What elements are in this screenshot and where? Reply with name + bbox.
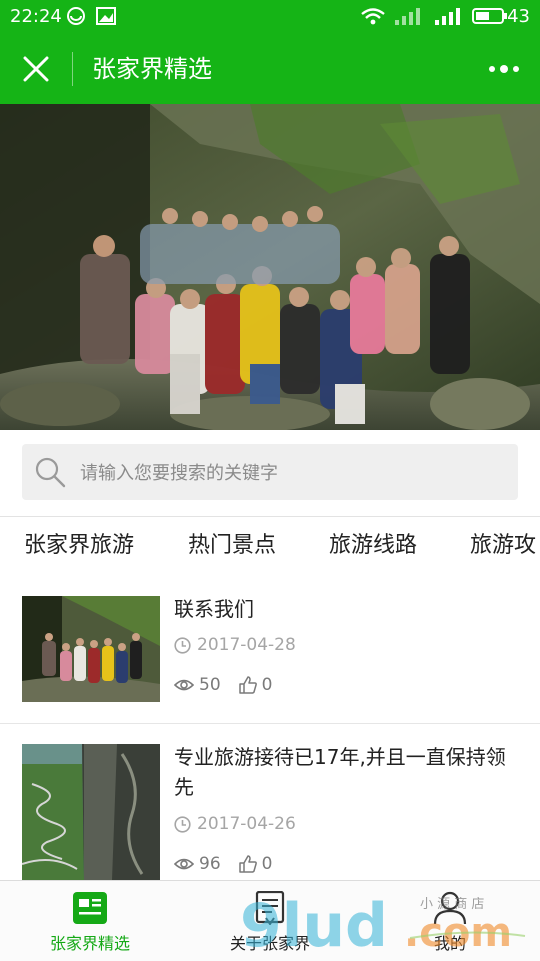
more-dots-icon (489, 65, 519, 73)
article-date: 2017-04-28 (174, 635, 296, 655)
title-divider (72, 52, 73, 86)
article-title: 专业旅游接待已17年,并且一直保持领先 (174, 745, 506, 799)
signal-icon (395, 8, 420, 25)
user-icon (433, 891, 467, 925)
tab-hot-spots[interactable]: 热门景点 (188, 517, 276, 575)
group-photo-thumbnail (22, 596, 160, 702)
battery-level: 43 (507, 6, 530, 27)
category-tabs: 张家界旅游 热门景点 旅游线路 旅游攻 (0, 516, 540, 576)
mountain-road-thumbnail (22, 744, 160, 880)
article-stats: 50 0 (174, 675, 272, 695)
article-title: 联系我们 (174, 597, 254, 621)
article-date-text: 2017-04-26 (197, 814, 296, 834)
article-thumbnail (22, 596, 160, 702)
nav-label: 张家界精选 (49, 934, 130, 953)
article-item-service[interactable]: 专业旅游接待已17年,并且一直保持领先 2017-04-26 96 0 (0, 724, 540, 880)
article-stats: 96 0 (174, 854, 272, 874)
article-date-text: 2017-04-28 (197, 635, 296, 655)
bottom-navigation: 张家界精选 关于张家界 我的 (0, 880, 540, 961)
nav-item-about[interactable]: 关于张家界 (180, 881, 360, 961)
article-list-icon (73, 892, 107, 924)
search-box[interactable] (22, 444, 518, 502)
tab-zhangjiajie-travel[interactable]: 张家界旅游 (24, 517, 134, 575)
wechat-bubble-icon (67, 7, 85, 25)
article-thumbnail (22, 744, 160, 880)
group-photo-image (0, 104, 540, 430)
clock-icon (174, 815, 191, 833)
document-icon (255, 891, 285, 925)
article-views: 50 (199, 675, 221, 695)
article-views: 96 (199, 854, 221, 874)
image-icon (96, 7, 116, 25)
nav-item-selected[interactable]: 张家界精选 (0, 881, 180, 961)
search-icon (35, 457, 66, 488)
status-time: 22:24 (10, 6, 62, 27)
thumbs-up-icon (238, 676, 257, 694)
search-input[interactable] (78, 444, 502, 502)
close-button[interactable] (16, 51, 56, 87)
article-item-contact[interactable]: 联系我们 2017-04-28 50 0 (0, 575, 540, 724)
more-button[interactable] (484, 54, 524, 84)
search-section (0, 430, 540, 516)
tab-travel-guide[interactable]: 旅游攻 (470, 517, 536, 575)
battery-icon (472, 8, 507, 24)
eye-icon (174, 858, 194, 870)
nav-item-mine[interactable]: 我的 (360, 881, 540, 961)
close-icon (23, 56, 49, 82)
article-likes: 0 (261, 854, 273, 874)
eye-icon (174, 679, 194, 691)
signal-4g-icon (435, 8, 460, 25)
nav-label: 我的 (433, 934, 466, 953)
wifi-icon (361, 8, 385, 25)
article-date: 2017-04-26 (174, 814, 296, 834)
status-bar: 22:24 43 (0, 0, 540, 34)
hero-banner-image[interactable] (0, 104, 540, 430)
article-likes: 0 (261, 675, 273, 695)
page-title: 张家界精选 (92, 55, 212, 83)
thumbs-up-icon (238, 855, 257, 873)
nav-label: 关于张家界 (229, 934, 310, 953)
tab-travel-routes[interactable]: 旅游线路 (329, 517, 417, 575)
clock-icon (174, 636, 191, 654)
title-bar: 张家界精选 (0, 34, 540, 104)
